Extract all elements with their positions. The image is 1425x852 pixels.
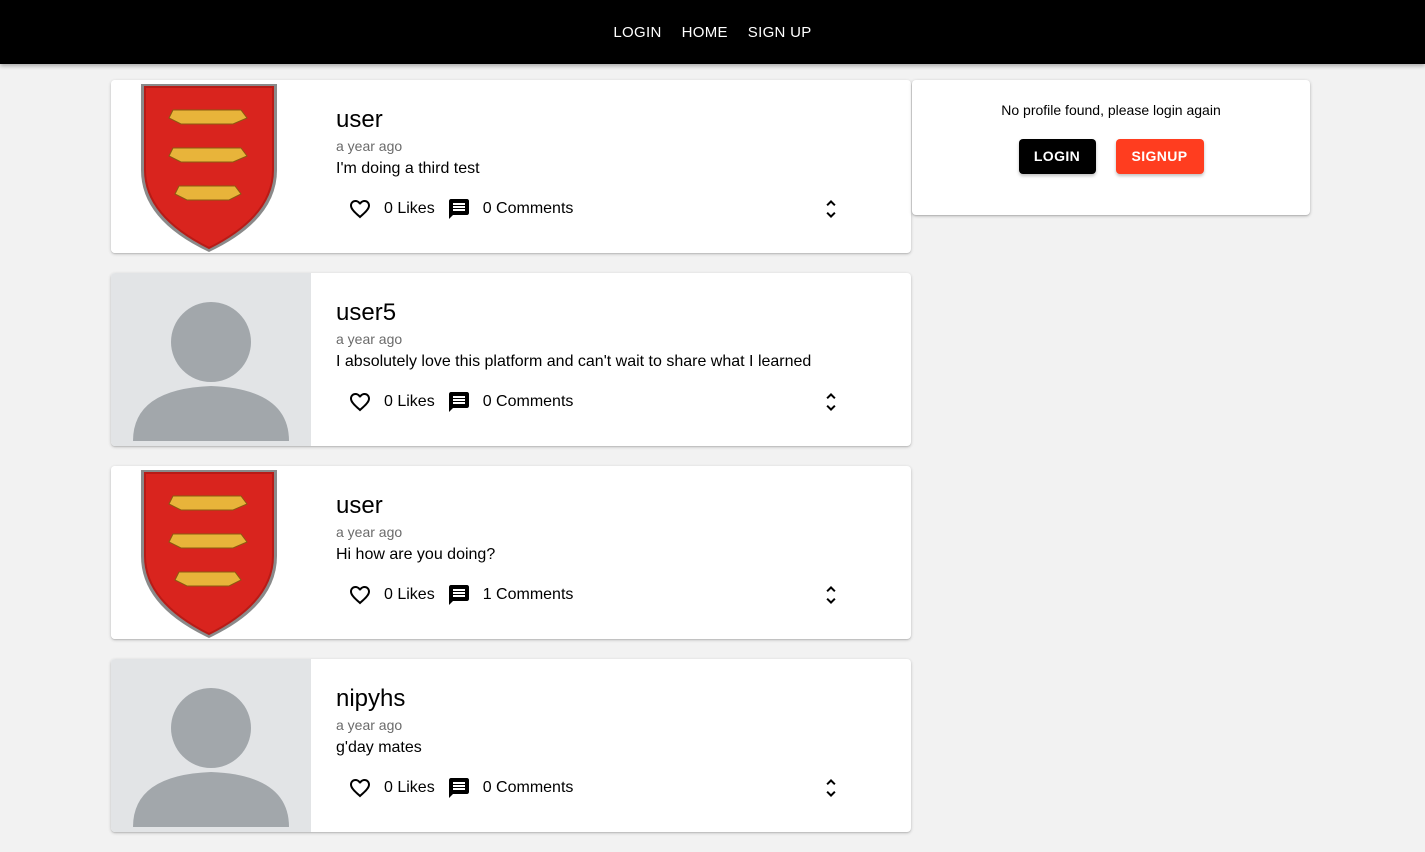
post-feed: user a year ago I'm doing a third test 0…	[111, 80, 911, 852]
top-navbar: LOGIN HOME SIGN UP	[0, 0, 1425, 64]
signup-button[interactable]: SIGNUP	[1115, 139, 1204, 174]
post-actions: 0 Likes 0 Comments	[336, 193, 887, 225]
comment-icon[interactable]	[447, 583, 471, 607]
post-card: user a year ago I'm doing a third test 0…	[111, 80, 911, 253]
comments-count: 1 Comments	[482, 586, 574, 603]
post-content: user5 a year ago I absolutely love this …	[336, 299, 887, 418]
post-avatar	[111, 466, 311, 639]
post-body: I'm doing a third test	[336, 160, 480, 177]
post-actions: 0 Likes 1 Comments	[336, 579, 887, 611]
comment-icon[interactable]	[447, 390, 471, 414]
comment-icon[interactable]	[447, 197, 471, 221]
comments-count: 0 Comments	[482, 779, 574, 796]
post-card: user5 a year ago I absolutely love this …	[111, 273, 911, 446]
nav-login-link[interactable]: LOGIN	[603, 18, 671, 47]
nav-signup-link[interactable]: SIGN UP	[738, 18, 822, 47]
likes-count: 0 Likes	[384, 586, 435, 603]
post-actions: 0 Likes 0 Comments	[336, 772, 887, 804]
post-card: nipyhs a year ago g'day mates 0 Likes 0 …	[111, 659, 911, 832]
unfold-icon[interactable]	[819, 776, 843, 800]
post-timestamp: a year ago	[336, 717, 403, 733]
heart-icon[interactable]	[348, 583, 372, 607]
post-timestamp: a year ago	[336, 524, 403, 540]
post-content: nipyhs a year ago g'day mates 0 Likes 0 …	[336, 685, 887, 804]
heart-icon[interactable]	[348, 776, 372, 800]
post-timestamp: a year ago	[336, 331, 403, 347]
profile-card: No profile found, please login again LOG…	[912, 80, 1310, 215]
login-button[interactable]: LOGIN	[1018, 139, 1096, 174]
default-avatar-icon	[133, 302, 289, 441]
post-username[interactable]: user	[336, 106, 887, 134]
post-content: user a year ago I'm doing a third test 0…	[336, 106, 887, 225]
unfold-icon[interactable]	[819, 583, 843, 607]
post-avatar	[111, 273, 311, 446]
crest-image	[141, 84, 277, 252]
post-username[interactable]: user	[336, 492, 887, 520]
heart-icon[interactable]	[348, 390, 372, 414]
unfold-icon[interactable]	[819, 197, 843, 221]
post-body: I absolutely love this platform and can'…	[336, 353, 812, 370]
auth-buttons: LOGIN SIGNUP	[912, 139, 1310, 174]
likes-count: 0 Likes	[384, 779, 435, 796]
post-username[interactable]: nipyhs	[336, 685, 887, 713]
comments-count: 0 Comments	[482, 200, 574, 217]
post-body: g'day mates	[336, 739, 422, 756]
post-card: user a year ago Hi how are you doing? 0 …	[111, 466, 911, 639]
post-avatar	[111, 80, 311, 253]
post-actions: 0 Likes 0 Comments	[336, 386, 887, 418]
post-timestamp: a year ago	[336, 138, 403, 154]
likes-count: 0 Likes	[384, 200, 435, 217]
post-body: Hi how are you doing?	[336, 546, 496, 563]
default-avatar-icon	[133, 688, 289, 827]
unfold-icon[interactable]	[819, 390, 843, 414]
post-username[interactable]: user5	[336, 299, 887, 327]
likes-count: 0 Likes	[384, 393, 435, 410]
post-content: user a year ago Hi how are you doing? 0 …	[336, 492, 887, 611]
no-profile-message: No profile found, please login again	[1001, 102, 1221, 118]
crest-image	[141, 470, 277, 638]
post-avatar	[111, 659, 311, 832]
comment-icon[interactable]	[447, 776, 471, 800]
comments-count: 0 Comments	[482, 393, 574, 410]
heart-icon[interactable]	[348, 197, 372, 221]
nav-home-link[interactable]: HOME	[672, 18, 738, 47]
